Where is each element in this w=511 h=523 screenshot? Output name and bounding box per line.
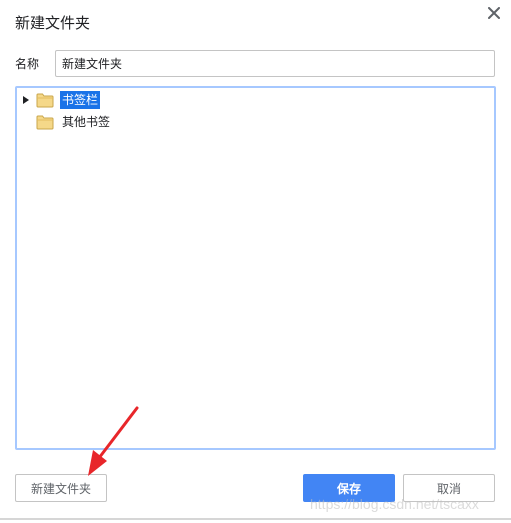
watermark: https://blog.csdn.net/tscaxx [310,496,479,512]
tree-item-bookmarks-bar[interactable]: 书签栏 [21,90,101,110]
expand-button[interactable] [21,90,31,110]
name-input[interactable] [55,50,495,77]
dialog-title: 新建文件夹 [15,14,91,32]
close-icon [488,7,500,19]
tree-item-other-bookmarks[interactable]: 其他书签 [21,112,112,132]
new-folder-button[interactable]: 新建文件夹 [15,474,107,502]
folder-icon [36,114,54,130]
close-button[interactable] [484,3,504,23]
new-folder-dialog: 新建文件夹 名称 书签栏 [0,0,511,523]
folder-icon [36,92,54,108]
bottom-divider [0,518,511,520]
tree-item-label: 书签栏 [60,91,101,109]
folder-tree[interactable]: 书签栏 其他书签 [15,86,496,450]
expander-spacer [21,112,31,132]
triangle-right-icon [23,96,29,104]
tree-item-label: 其他书签 [62,115,111,129]
name-label: 名称 [15,57,40,71]
